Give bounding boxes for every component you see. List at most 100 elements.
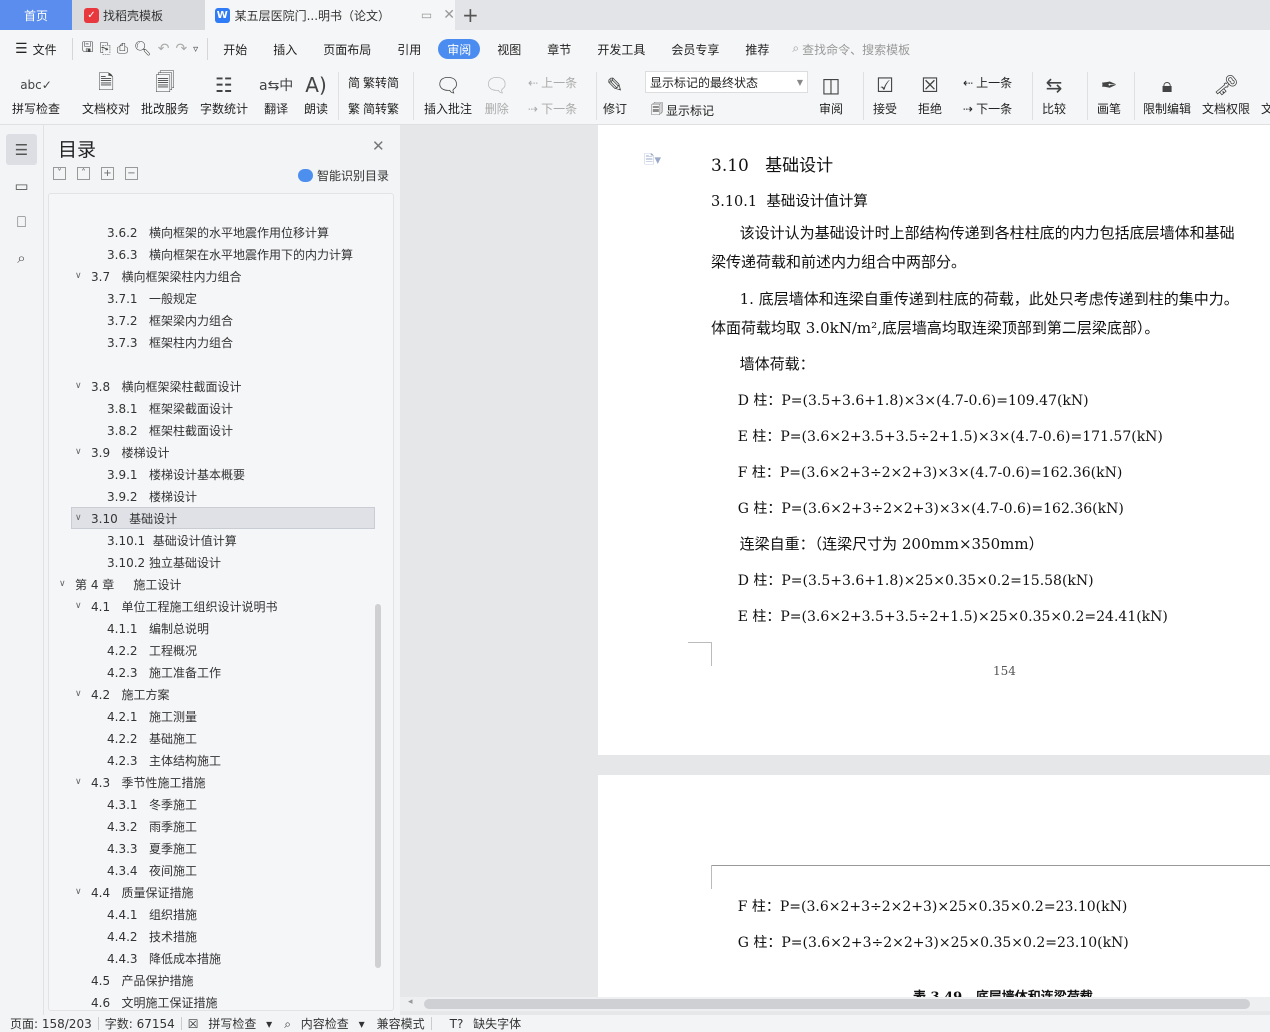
menu-tab[interactable]: 推荐 <box>736 39 778 59</box>
smart-toc-button[interactable]: 智能识别目录 <box>298 167 389 184</box>
toc-item[interactable]: 3.6.3 横向框架在水平地震作用下的内力计算 <box>49 243 393 265</box>
toc-item[interactable]: 4.4.3 降低成本措施 <box>49 947 393 969</box>
command-search[interactable]: ⌕ 查找命令、搜索模板 <box>792 41 910 58</box>
menu-tab[interactable]: 开发工具 <box>588 39 654 59</box>
track-changes-button[interactable]: ✎ 修订 <box>603 70 627 117</box>
chevron-down-icon[interactable]: ∨ <box>75 271 82 281</box>
print-icon[interactable]: ⎙ <box>114 41 131 57</box>
chevron-down-icon[interactable]: ∨ <box>75 887 82 897</box>
word-count[interactable]: 字数: 67154 <box>99 1015 181 1032</box>
word-count-button[interactable]: ☷ 字数统计 <box>200 70 248 117</box>
toc-item[interactable]: 4.2.2 工程概况 <box>49 639 393 661</box>
export-icon[interactable]: ⎘ <box>97 41 114 57</box>
undo-icon[interactable]: ↶ <box>155 41 173 57</box>
menu-tab[interactable]: 视图 <box>488 39 530 59</box>
doc-permission-button[interactable]: 🗝 文档权限 <box>1202 70 1250 117</box>
toc-item[interactable]: 4.6 文明施工保证措施 <box>49 991 393 1010</box>
toc-item[interactable]: ∨ 3.9 楼梯设计 <box>49 441 393 463</box>
toc-item[interactable]: ∨ 3.7 横向框架梁柱内力组合 <box>49 265 393 287</box>
toc-item[interactable]: 4.3.4 夜间施工 <box>49 859 393 881</box>
menu-tab[interactable]: 引用 <box>388 39 430 59</box>
collapse-all-icon[interactable]: − <box>125 167 138 180</box>
tab-document[interactable]: W 某五层医院门...明书（论文） ▭ ✕ <box>205 0 455 30</box>
pin-icon[interactable]: ▭ <box>421 8 432 22</box>
file-menu[interactable]: ☰ 文件 <box>6 39 66 59</box>
markup-state-select[interactable]: 显示标记的最终状态 ▼ <box>645 71 808 93</box>
compare-button[interactable]: ⇆ 比较 <box>1042 70 1066 117</box>
redo-icon[interactable]: ↷ <box>172 41 190 57</box>
restrict-edit-button[interactable]: 🔒︎ 限制编辑 <box>1143 70 1191 117</box>
search-icon[interactable]: ⌕ <box>6 242 37 273</box>
menu-tab[interactable]: 章节 <box>538 39 580 59</box>
next-comment-button[interactable]: ⇢ 下一条 <box>528 100 577 117</box>
scroll-left-icon[interactable]: ◂ <box>408 997 413 1007</box>
horizontal-scrollbar[interactable]: ◂ <box>400 997 1270 1011</box>
scrollbar-thumb[interactable] <box>424 999 1250 1009</box>
pen-button[interactable]: ✒ 画笔 <box>1097 70 1121 117</box>
expand-all-icon[interactable]: + <box>101 167 114 180</box>
toc-item[interactable]: 4.3.2 雨季施工 <box>49 815 393 837</box>
close-icon[interactable]: ✕ <box>443 7 455 23</box>
correction-service-button[interactable]: 🗐 批改服务 <box>141 70 189 117</box>
chevron-down-icon[interactable]: ∨ <box>75 601 82 611</box>
menu-tab[interactable]: 插入 <box>264 39 306 59</box>
toc-item[interactable]: 3.8.1 框架梁截面设计 <box>49 397 393 419</box>
review-pane-button[interactable]: ◫ 审阅 <box>819 70 843 117</box>
toc-item[interactable]: 4.2.2 基础施工 <box>49 727 393 749</box>
read-aloud-button[interactable]: A) 朗读 <box>304 70 328 117</box>
collapse-up-icon[interactable]: ˄ <box>77 167 90 180</box>
toc-item[interactable]: ∨ 3.8 横向框架梁柱截面设计 <box>49 375 393 397</box>
chevron-down-icon[interactable]: ∨ <box>75 689 82 699</box>
prev-change-button[interactable]: ⇠ 上一条 <box>963 74 1012 91</box>
toc-item[interactable]: 4.2.1 施工测量 <box>49 705 393 727</box>
new-tab-button[interactable]: + <box>462 3 479 27</box>
page-indicator[interactable]: 页面: 158/203 <box>0 1015 98 1032</box>
menu-tab[interactable]: 审阅 <box>438 39 481 59</box>
toc-item[interactable]: ∨ 4.4 质量保证措施 <box>49 881 393 903</box>
delete-comment-button[interactable]: 🗨 删除 <box>484 70 509 117</box>
accept-button[interactable]: ☑ 接受 <box>873 70 897 117</box>
toc-item[interactable]: 4.1.1 编制总说明 <box>49 617 393 639</box>
expand-down-icon[interactable]: ˅ <box>53 167 66 180</box>
toc-item[interactable]: 4.4.1 组织措施 <box>49 903 393 925</box>
reject-button[interactable]: ☒ 拒绝 <box>918 70 942 117</box>
toc-item[interactable]: ∨ 4.3 季节性施工措施 <box>49 771 393 793</box>
more-button[interactable]: 文 <box>1261 70 1270 117</box>
missing-font-status[interactable]: T? 缺失字体 <box>444 1015 534 1032</box>
toc-item[interactable]: 3.7.1 一般规定 <box>49 287 393 309</box>
toc-item[interactable]: 3.9.2 楼梯设计 <box>49 485 393 507</box>
toc-icon[interactable]: ☰ <box>6 134 37 165</box>
toc-item[interactable]: ∨ 4.1 单位工程施工组织设计说明书 <box>49 595 393 617</box>
toc-item[interactable]: 3.8.2 框架柱截面设计 <box>49 419 393 441</box>
scrollbar[interactable] <box>375 604 381 968</box>
toc-item[interactable]: 3.6.2 横向框架的水平地震作用位移计算 <box>49 221 393 243</box>
toc-item[interactable]: 4.3.3 夏季施工 <box>49 837 393 859</box>
chevron-down-icon[interactable]: ∨ <box>75 447 82 457</box>
content-check-status[interactable]: ⌕ 内容检查 ▾ <box>278 1015 370 1032</box>
simp-to-trad-button[interactable]: 繁简转繁 <box>348 100 399 117</box>
doc-proof-button[interactable]: 🗎 文档校对 <box>82 70 130 117</box>
toc-item[interactable]: 4.4.2 技术措施 <box>49 925 393 947</box>
prev-comment-button[interactable]: ⇠ 上一条 <box>528 74 577 91</box>
menu-tab[interactable]: 页面布局 <box>314 39 380 59</box>
toc-item[interactable]: ∨ 第 4 章 施工设计 <box>49 573 393 595</box>
toc-item[interactable]: 3.9.1 楼梯设计基本概要 <box>49 463 393 485</box>
toc-item[interactable]: 3.10.2 独立基础设计 <box>49 551 393 573</box>
spell-check-status[interactable]: ☒ 拼写检查 ▾ <box>182 1015 278 1032</box>
translate-button[interactable]: a⇆中 翻译 <box>259 70 293 117</box>
chapter-nav-icon[interactable]: ▭ <box>6 170 37 201</box>
chevron-down-icon[interactable]: ∨ <box>75 777 82 787</box>
tab-template[interactable]: ✓ 找稻壳模板 <box>72 0 205 30</box>
toc-item[interactable]: 4.3.1 冬季施工 <box>49 793 393 815</box>
spell-check-button[interactable]: abc✓ 拼写检查 <box>12 70 60 117</box>
toc-item[interactable]: 3.7.3 框架柱内力组合 <box>49 331 393 353</box>
menu-tab[interactable]: 会员专享 <box>662 39 728 59</box>
trad-to-simp-button[interactable]: 简繁转简 <box>348 74 399 91</box>
close-icon[interactable]: ✕ <box>372 137 385 155</box>
toc-item[interactable]: 4.2.3 施工准备工作 <box>49 661 393 683</box>
toc-item[interactable]: 4.5 产品保护措施 <box>49 969 393 991</box>
toc-item[interactable]: 3.7.2 框架梁内力组合 <box>49 309 393 331</box>
chevron-down-icon[interactable]: ∨ <box>75 513 82 523</box>
chevron-down-icon[interactable]: ∨ <box>75 381 82 391</box>
customize-chevron-icon[interactable]: ▿ <box>190 44 201 55</box>
